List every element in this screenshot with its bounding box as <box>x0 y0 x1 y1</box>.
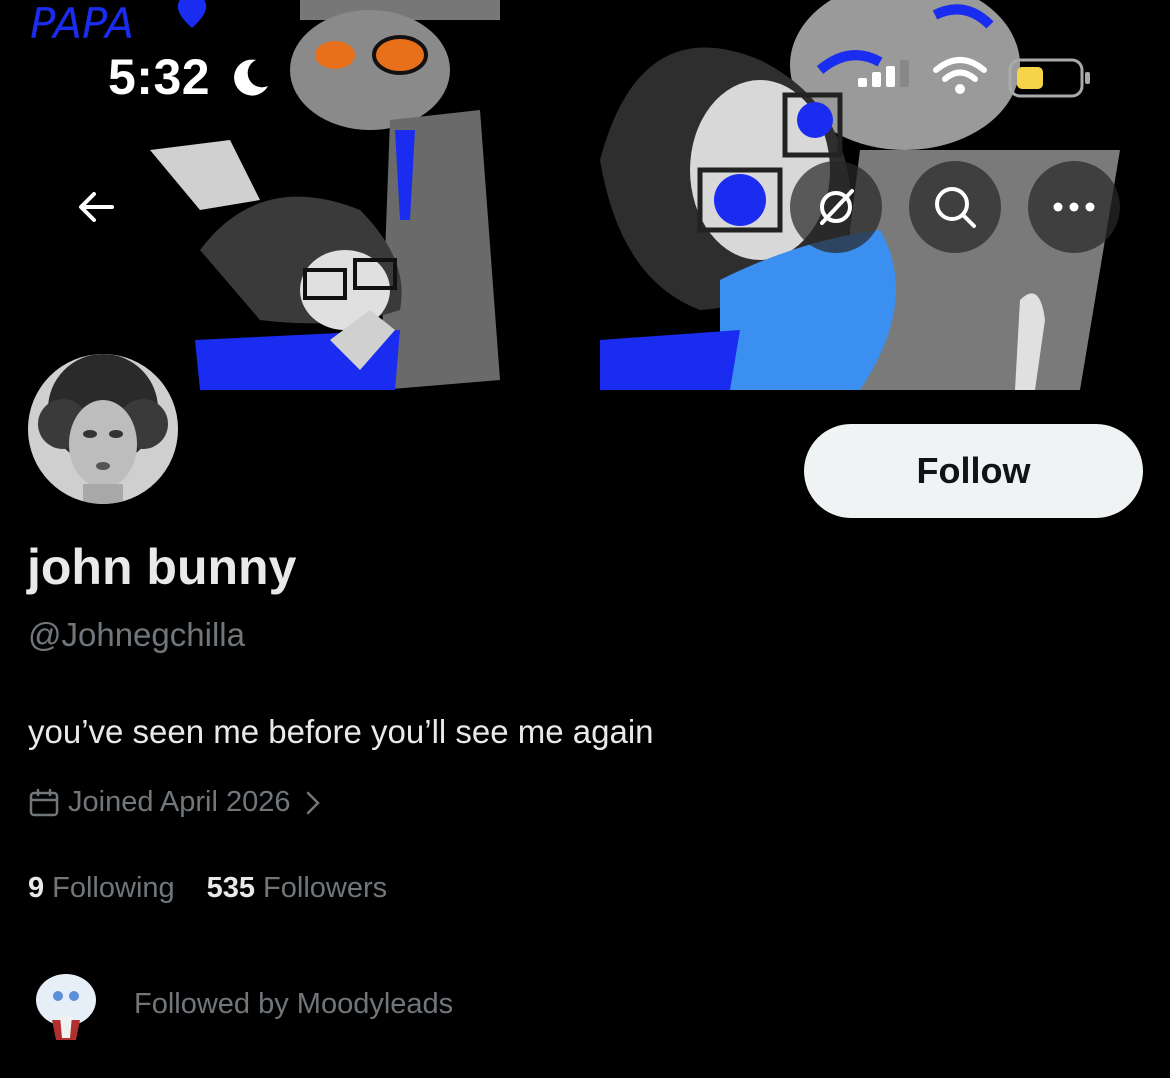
display-name: john bunny <box>27 539 297 595</box>
moon-icon <box>234 59 268 96</box>
following-label: Following <box>52 872 175 904</box>
calendar-icon <box>29 788 59 816</box>
profile-avatar[interactable] <box>24 350 182 508</box>
followed-by-row[interactable]: Followed by Moodyleads <box>28 966 453 1042</box>
grok-icon <box>820 189 854 225</box>
followers-stat[interactable]: 535 Followers <box>207 872 387 905</box>
status-time: 5:32 <box>108 49 211 105</box>
follower-avatar-art <box>28 966 104 1042</box>
following-count: 9 <box>28 872 45 904</box>
chevron-right-icon <box>306 791 320 814</box>
battery-icon <box>1008 58 1090 98</box>
follow-button[interactable]: Follow <box>804 424 1143 518</box>
joined-label: Joined April 2026 <box>68 786 291 818</box>
signal-icon <box>858 60 909 87</box>
grok-button[interactable] <box>790 161 882 253</box>
more-icon <box>1053 202 1095 212</box>
following-stat[interactable]: 9 Following <box>28 872 175 905</box>
follow-stats: 9 Following 535 Followers <box>28 872 419 905</box>
search-button[interactable] <box>909 161 1001 253</box>
search-icon <box>935 187 976 228</box>
joined-date[interactable]: Joined April 2026 <box>28 786 321 819</box>
wifi-icon <box>933 57 987 94</box>
user-handle: @Johnegchilla <box>28 616 245 653</box>
followed-by-text: Followed by Moodyleads <box>134 987 454 1020</box>
avatar-portrait <box>28 354 178 504</box>
banner-scrawl-text: PAPA <box>30 0 134 48</box>
follower-avatar <box>28 966 104 1042</box>
followers-label: Followers <box>263 872 388 904</box>
back-button[interactable] <box>50 161 142 253</box>
profile-bio: you’ve seen me before you’ll see me agai… <box>28 713 654 750</box>
followers-count: 535 <box>206 872 256 904</box>
back-arrow-icon <box>79 192 114 222</box>
more-button[interactable] <box>1028 161 1120 253</box>
